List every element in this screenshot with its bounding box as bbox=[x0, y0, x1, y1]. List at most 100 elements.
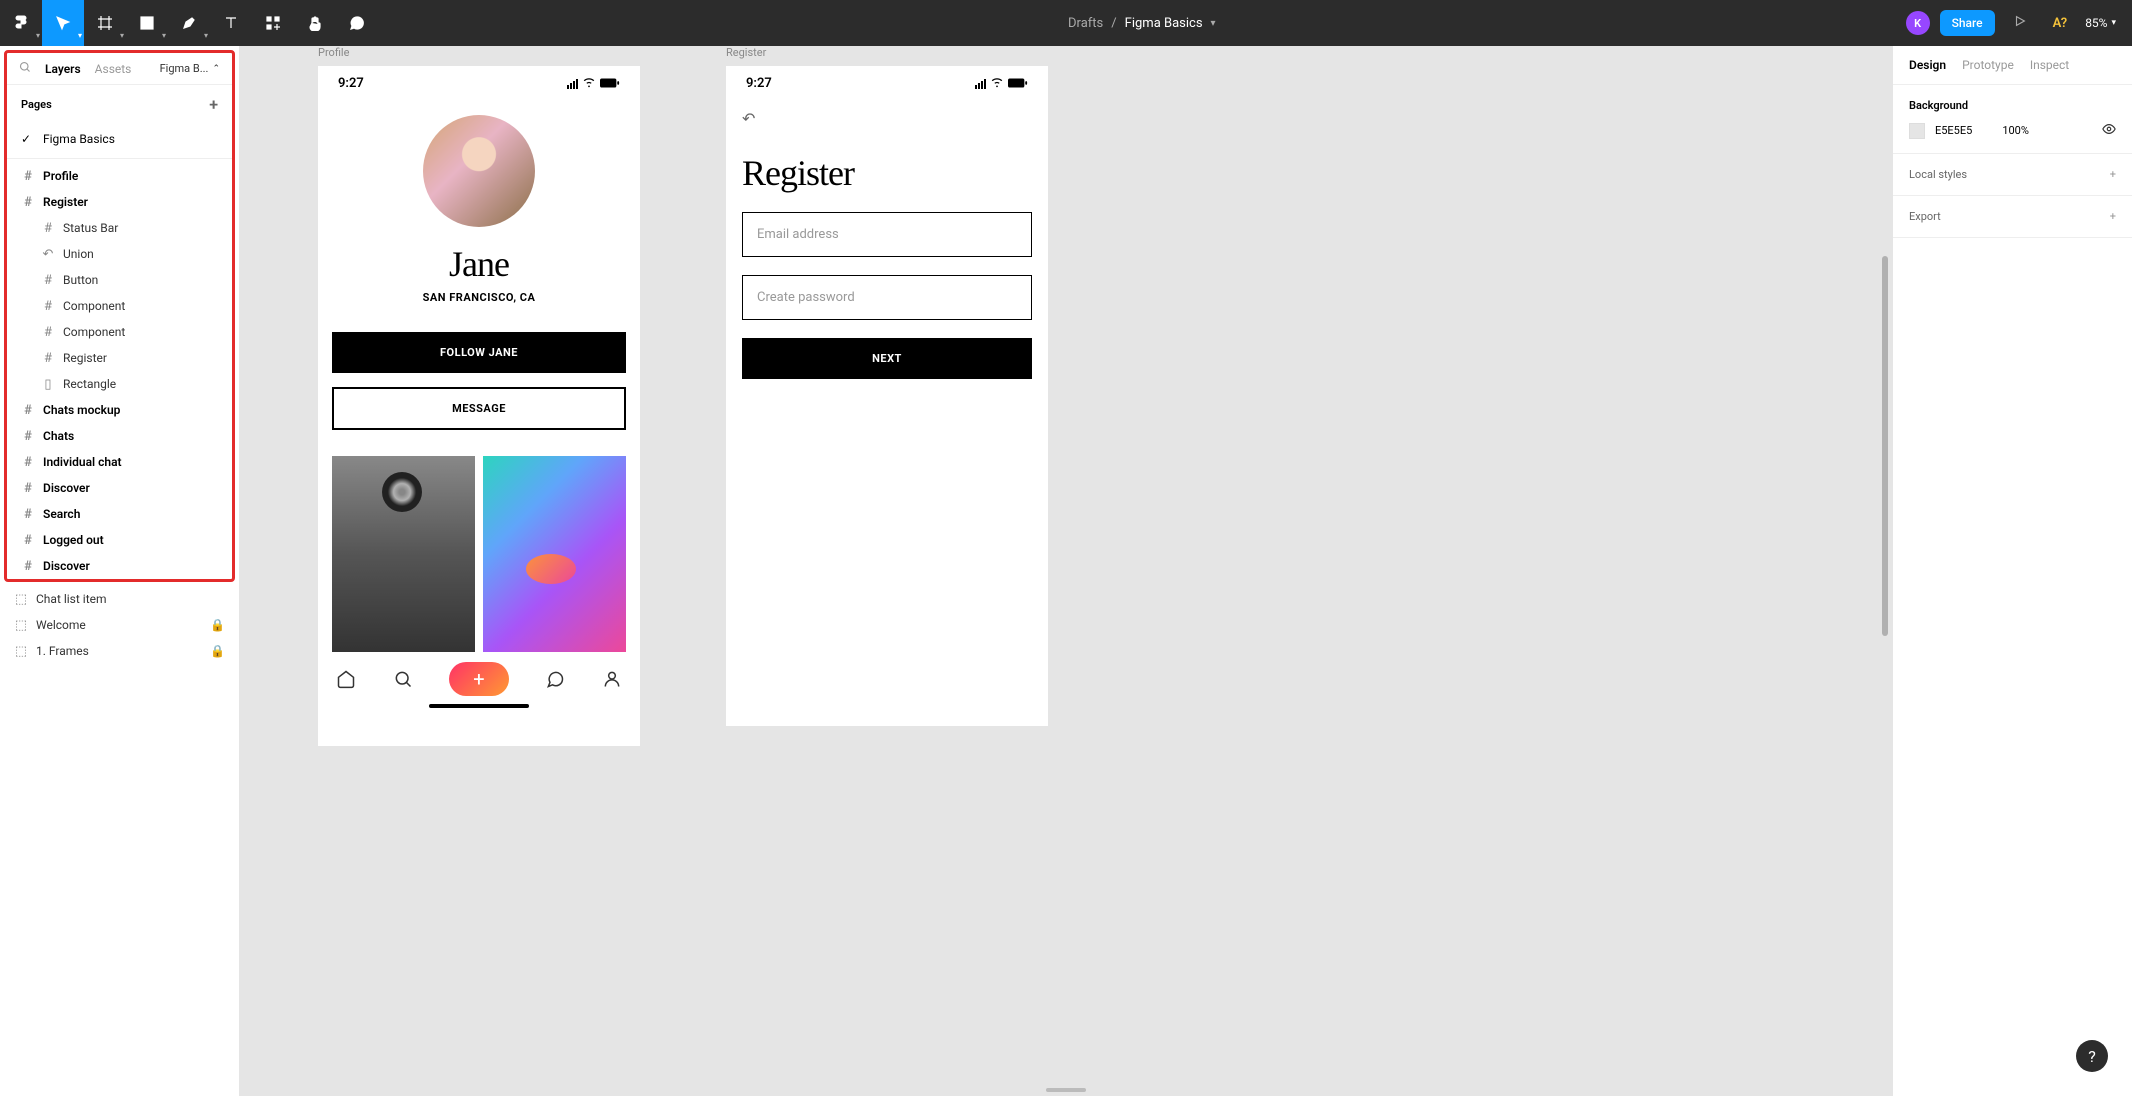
layer-item[interactable]: # Chats bbox=[7, 423, 232, 449]
search-icon[interactable] bbox=[19, 61, 31, 76]
email-field[interactable]: Email address bbox=[742, 212, 1032, 257]
scrollbar[interactable] bbox=[1882, 46, 1890, 1096]
tab-design[interactable]: Design bbox=[1909, 58, 1946, 72]
export-section[interactable]: Export + bbox=[1893, 196, 2132, 238]
canvas[interactable]: Profile 9:27 Jane bbox=[240, 46, 1892, 1096]
home-indicator bbox=[429, 704, 529, 708]
component-icon: ⬚ bbox=[14, 618, 28, 632]
tab-bar: + bbox=[318, 652, 640, 700]
frame-register[interactable]: Register 9:27 ↶ Register bbox=[726, 66, 1048, 726]
layer-item[interactable]: ▯ Rectangle bbox=[7, 371, 232, 397]
tab-inspect[interactable]: Inspect bbox=[2030, 58, 2069, 72]
layer-item[interactable]: ⬚ Chat list item bbox=[0, 586, 239, 612]
chat-icon[interactable] bbox=[544, 668, 566, 690]
add-export-icon[interactable]: + bbox=[2110, 210, 2116, 223]
layer-item[interactable]: # Button bbox=[7, 267, 232, 293]
frame-label[interactable]: Register bbox=[726, 46, 766, 59]
color-hex[interactable]: E5E5E5 bbox=[1935, 124, 1972, 137]
layer-item[interactable]: # Chats mockup bbox=[7, 397, 232, 423]
layer-item[interactable]: # Status Bar bbox=[7, 215, 232, 241]
right-panel: Design Prototype Inspect Background E5E5… bbox=[1892, 46, 2132, 1096]
local-styles-section[interactable]: Local styles + bbox=[1893, 154, 2132, 196]
tab-layers[interactable]: Layers bbox=[45, 62, 81, 76]
add-button[interactable]: + bbox=[449, 662, 509, 696]
profile-name: Jane bbox=[449, 243, 509, 285]
layer-item[interactable]: ⬚ 1. Frames 🔒 bbox=[0, 638, 239, 664]
photo-thumbnail bbox=[483, 456, 626, 652]
color-swatch[interactable] bbox=[1909, 123, 1925, 139]
pen-tool-button[interactable]: ▾ bbox=[168, 0, 210, 46]
zoom-control[interactable]: 85% ▾ bbox=[2085, 16, 2116, 30]
color-opacity[interactable]: 100% bbox=[2002, 124, 2029, 137]
frame-label[interactable]: Profile bbox=[318, 46, 349, 59]
lock-icon: 🔒 bbox=[210, 618, 225, 632]
breadcrumb[interactable]: Drafts / Figma Basics ▾ bbox=[378, 16, 1906, 31]
status-time: 9:27 bbox=[746, 76, 772, 91]
add-style-icon[interactable]: + bbox=[2110, 168, 2116, 181]
breadcrumb-separator: / bbox=[1111, 16, 1116, 31]
layer-item[interactable]: # Individual chat bbox=[7, 449, 232, 475]
layer-item[interactable]: ⬚ Welcome 🔒 bbox=[0, 612, 239, 638]
frame-icon: # bbox=[41, 299, 55, 313]
add-page-button[interactable]: + bbox=[209, 95, 218, 114]
wifi-icon bbox=[582, 76, 596, 91]
profile-avatar bbox=[423, 115, 535, 227]
help-button[interactable]: ? bbox=[2076, 1040, 2108, 1072]
tab-assets[interactable]: Assets bbox=[95, 62, 132, 76]
shape-tool-button[interactable]: ▾ bbox=[126, 0, 168, 46]
hand-tool-button[interactable] bbox=[294, 0, 336, 46]
background-heading: Background bbox=[1909, 99, 2116, 112]
page-selector[interactable]: Figma B... ⌃ bbox=[160, 62, 220, 75]
resources-button[interactable] bbox=[252, 0, 294, 46]
layer-item[interactable]: # Register bbox=[7, 345, 232, 371]
user-avatar[interactable]: K bbox=[1906, 11, 1930, 35]
text-tool-button[interactable] bbox=[210, 0, 252, 46]
message-button[interactable]: MESSAGE bbox=[332, 387, 626, 430]
rectangle-icon: ▯ bbox=[41, 377, 55, 391]
frame-profile[interactable]: Profile 9:27 Jane bbox=[318, 66, 640, 746]
frame-icon: # bbox=[41, 221, 55, 235]
frame-icon: # bbox=[41, 273, 55, 287]
layer-item[interactable]: ↶ Union bbox=[7, 241, 232, 267]
panel-resizer[interactable] bbox=[1046, 1088, 1086, 1092]
frame-tool-button[interactable]: ▾ bbox=[84, 0, 126, 46]
visibility-icon[interactable] bbox=[2102, 122, 2116, 139]
next-button[interactable]: NEXT bbox=[742, 338, 1032, 379]
layer-item[interactable]: # Discover bbox=[7, 475, 232, 501]
move-tool-button[interactable]: ▾ bbox=[42, 0, 84, 46]
layer-frame-register[interactable]: # Register bbox=[7, 189, 232, 215]
figma-menu-button[interactable]: ▾ bbox=[0, 0, 42, 46]
frame-icon: # bbox=[21, 481, 35, 495]
photo-thumbnail bbox=[332, 456, 475, 652]
register-title: Register bbox=[742, 152, 1032, 194]
follow-button[interactable]: FOLLOW JANE bbox=[332, 332, 626, 373]
union-icon: ↶ bbox=[41, 247, 55, 261]
back-icon[interactable]: ↶ bbox=[742, 109, 1032, 128]
tab-prototype[interactable]: Prototype bbox=[1962, 58, 2014, 72]
share-button[interactable]: Share bbox=[1940, 10, 1995, 36]
comment-tool-button[interactable] bbox=[336, 0, 378, 46]
document-name: Figma Basics bbox=[1125, 16, 1203, 31]
frame-icon: # bbox=[21, 455, 35, 469]
layer-item[interactable]: # Search bbox=[7, 501, 232, 527]
layer-item[interactable]: # Component bbox=[7, 293, 232, 319]
profile-location: SAN FRANCISCO, CA bbox=[423, 291, 536, 304]
cellular-signal-icon bbox=[975, 79, 986, 89]
page-item[interactable]: ✓ Figma Basics bbox=[7, 124, 232, 154]
present-button[interactable] bbox=[2005, 10, 2035, 36]
missing-fonts-button[interactable]: A? bbox=[2045, 12, 2076, 35]
search-icon[interactable] bbox=[392, 668, 414, 690]
profile-icon[interactable] bbox=[601, 668, 623, 690]
frame-icon: # bbox=[21, 559, 35, 573]
wifi-icon bbox=[990, 76, 1004, 91]
frame-icon: # bbox=[41, 325, 55, 339]
layer-item[interactable]: # Logged out bbox=[7, 527, 232, 553]
top-toolbar: ▾ ▾ ▾ ▾ ▾ bbox=[0, 0, 2132, 46]
breadcrumb-parent: Drafts bbox=[1068, 16, 1103, 31]
password-field[interactable]: Create password bbox=[742, 275, 1032, 320]
layer-item[interactable]: # Discover bbox=[7, 553, 232, 579]
layer-item[interactable]: # Component bbox=[7, 319, 232, 345]
home-icon[interactable] bbox=[335, 668, 357, 690]
status-time: 9:27 bbox=[338, 76, 364, 91]
layer-frame-profile[interactable]: # Profile bbox=[7, 163, 232, 189]
